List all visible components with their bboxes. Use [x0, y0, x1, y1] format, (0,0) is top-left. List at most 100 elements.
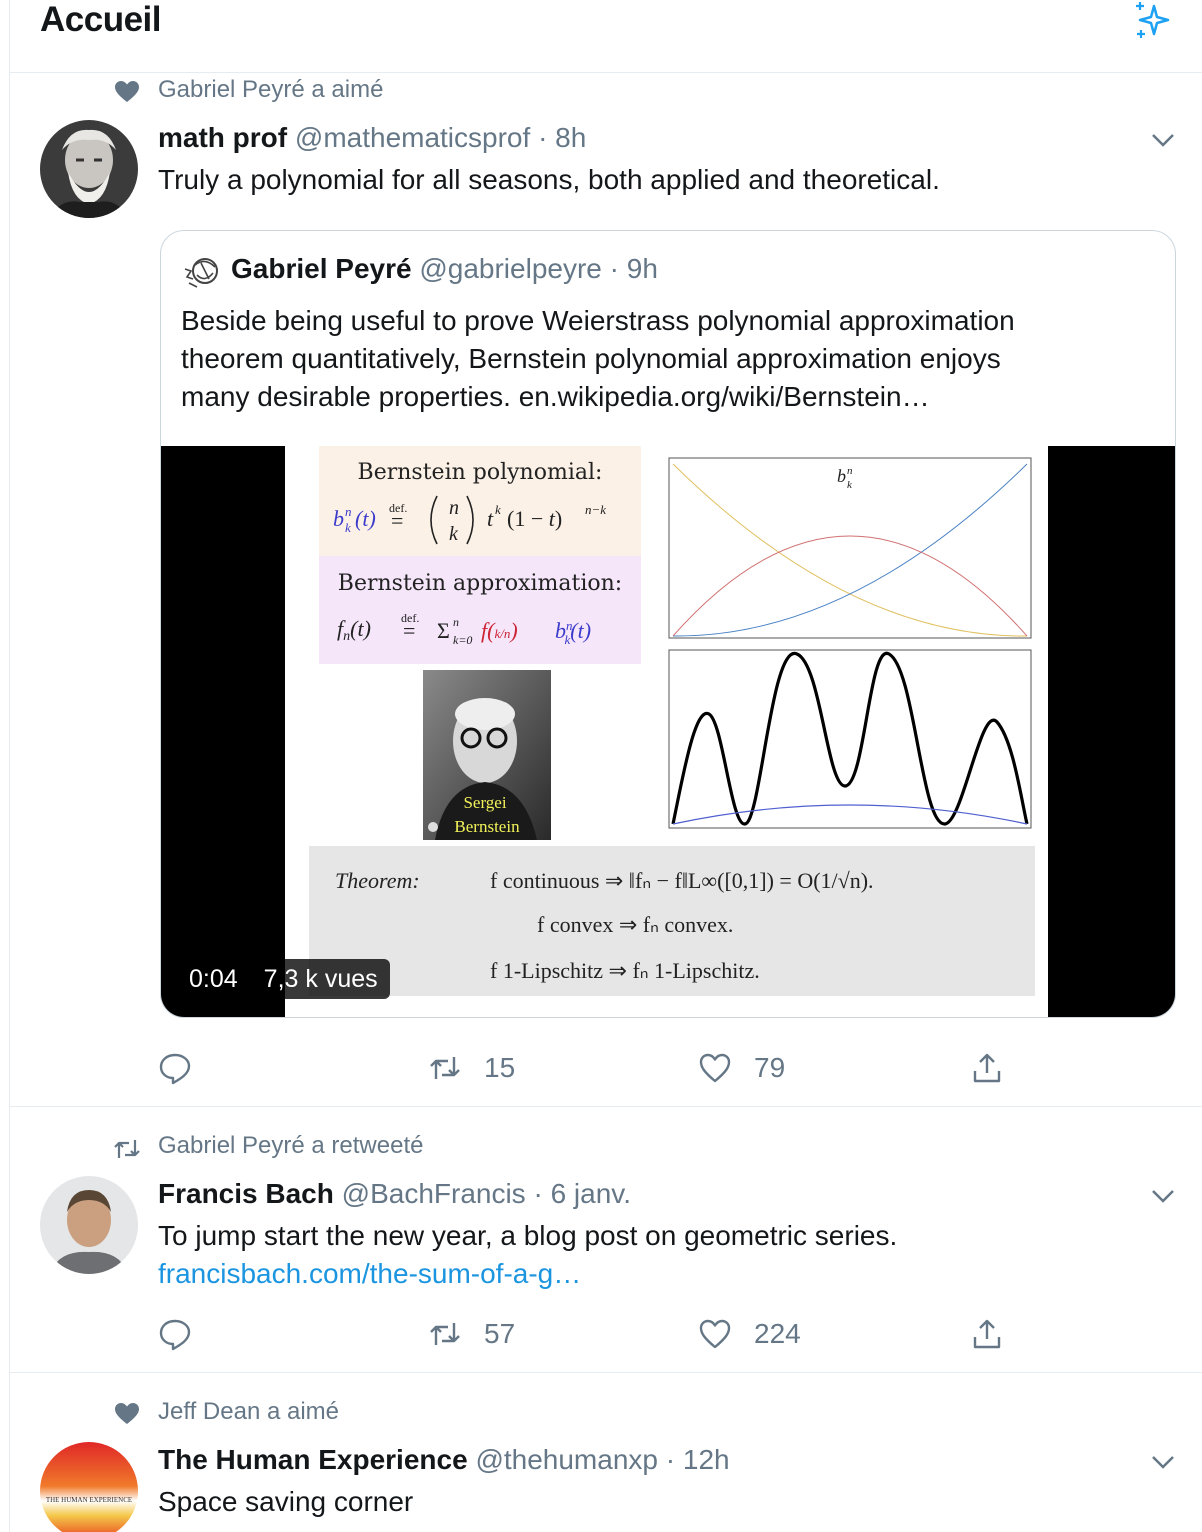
approx-title: Bernstein approximation:	[338, 571, 622, 596]
sparkle-icon[interactable]	[1124, 0, 1172, 44]
theorem-line: f 1-Lipschitz ⇒ fₙ 1-Lipschitz.	[490, 958, 760, 983]
share-icon	[973, 1319, 1001, 1349]
video-badge: 0:04 7,3 k vues	[177, 959, 390, 999]
svg-text:(1 − t): (1 − t)	[507, 506, 562, 531]
author-name[interactable]: Francis Bach	[158, 1178, 334, 1209]
svg-text:k: k	[495, 502, 501, 517]
svg-text:=: =	[391, 508, 403, 533]
svg-text:k: k	[449, 523, 459, 545]
avatar[interactable]: THE HUMAN EXPERIENCE	[40, 1442, 138, 1532]
svg-text:Σ: Σ	[437, 618, 450, 643]
share-button[interactable]	[970, 1314, 1004, 1354]
like-button[interactable]: 224	[698, 1314, 801, 1354]
svg-text:b: b	[333, 506, 344, 531]
author-handle[interactable]: @BachFrancis	[342, 1178, 526, 1209]
svg-text:t: t	[487, 506, 494, 531]
avatar	[184, 258, 218, 288]
timeline-column: Accueil Gabriel Peyré a aimé math prof @…	[9, 0, 1202, 1532]
like-count: 79	[754, 1052, 786, 1083]
retweet-icon	[114, 1140, 140, 1158]
photo-caption: Bernstein	[454, 817, 520, 836]
svg-text:k=0: k=0	[453, 633, 472, 647]
page-title: Accueil	[40, 0, 162, 39]
tweet[interactable]: Gabriel Peyré a retweeté Francis Bach @B…	[10, 1108, 1202, 1373]
social-context[interactable]: Gabriel Peyré a retweeté	[158, 1132, 423, 1160]
heart-icon	[699, 1053, 731, 1083]
social-context[interactable]: Gabriel Peyré a aimé	[158, 76, 383, 104]
heart-filled-icon	[115, 1403, 139, 1424]
reply-button[interactable]	[158, 1048, 214, 1088]
tweet[interactable]: Jeff Dean a aimé THE HUMAN EXPERIENCE Th…	[10, 1374, 1202, 1532]
tweet[interactable]: Gabriel Peyré a aimé math prof @mathemat…	[10, 74, 1202, 1107]
theorem-label: Theorem:	[335, 868, 420, 893]
svg-text:k: k	[345, 520, 351, 535]
photo-caption: Sergei	[463, 793, 506, 812]
video-frame: Bernstein polynomial: b n k (t) def. = n…	[285, 446, 1048, 1017]
retweet-icon	[430, 1323, 460, 1345]
tweet-text: Space saving corner	[158, 1486, 414, 1517]
chevron-down-icon[interactable]	[1150, 1188, 1176, 1204]
tweet-actions: 57 224	[158, 1314, 1058, 1354]
tweet-link[interactable]: francisbach.com/the-sum-of-a-g…	[158, 1258, 581, 1290]
timeline-header: Accueil	[10, 0, 1202, 73]
avatar[interactable]	[40, 1176, 138, 1274]
quoted-tweet-time: · 9h	[609, 253, 658, 284]
tweet-time[interactable]: · 12h	[666, 1444, 730, 1475]
tweet-header: math prof @mathematicsprof · 8h	[158, 122, 586, 154]
svg-text:n: n	[449, 497, 459, 519]
retweet-count: 15	[484, 1052, 516, 1083]
reply-button[interactable]	[158, 1314, 214, 1354]
tweet-header: The Human Experience @thehumanxp · 12h	[158, 1444, 730, 1476]
slide-graphic: Bernstein polynomial: b n k (t) def. = n…	[309, 446, 1035, 996]
retweet-button[interactable]: 15	[428, 1048, 515, 1088]
avatar-wordmark: THE HUMAN EXPERIENCE	[46, 1496, 132, 1504]
svg-text:bnk(t): bn k(t)	[555, 618, 591, 647]
tweet-text: Truly a polynomial for all seasons, both…	[158, 164, 940, 195]
author-handle[interactable]: @thehumanxp	[475, 1444, 658, 1475]
social-context[interactable]: Jeff Dean a aimé	[158, 1398, 339, 1426]
quoted-author-name: Gabriel Peyré	[231, 253, 412, 284]
poly-title: Bernstein polynomial:	[358, 460, 603, 485]
quoted-text-line: many desirable properties. en.wikipedia.…	[181, 381, 930, 412]
svg-text:=: =	[403, 618, 415, 643]
svg-text:n: n	[847, 465, 853, 477]
svg-text:n: n	[345, 504, 352, 519]
video-views: 7,3 k vues	[263, 964, 378, 993]
like-button[interactable]: 79	[698, 1048, 785, 1088]
author-handle[interactable]: @mathematicsprof	[295, 122, 530, 153]
reply-icon	[159, 1053, 191, 1085]
tweet-text: To jump start the new year, a blog post …	[158, 1220, 898, 1251]
author-name[interactable]: math prof	[158, 122, 287, 153]
svg-text:fn(t): fn(t)	[337, 616, 371, 644]
quoted-author-handle: @gabrielpeyre	[419, 253, 602, 284]
svg-text:n: n	[453, 615, 459, 629]
tweet-time[interactable]: · 6 janv.	[533, 1178, 631, 1209]
chevron-down-icon[interactable]	[1150, 1454, 1176, 1470]
svg-text:n−k: n−k	[585, 502, 606, 517]
author-name[interactable]: The Human Experience	[158, 1444, 468, 1475]
retweet-button[interactable]: 57	[428, 1314, 515, 1354]
chevron-down-icon[interactable]	[1150, 132, 1176, 148]
video-player[interactable]: Bernstein polynomial: b n k (t) def. = n…	[161, 446, 1175, 1017]
quoted-tweet[interactable]: Gabriel Peyré @gabrielpeyre · 9h Beside …	[160, 230, 1176, 1018]
like-count: 224	[754, 1318, 801, 1349]
share-icon	[973, 1053, 1001, 1083]
tweet-time[interactable]: · 8h	[538, 122, 586, 153]
quoted-tweet-header: Gabriel Peyré @gabrielpeyre · 9h	[231, 253, 658, 285]
quoted-text-line: Beside being useful to prove Weierstrass…	[181, 305, 1015, 336]
svg-text:(t): (t)	[355, 506, 376, 531]
heart-icon	[699, 1319, 731, 1349]
tweet-actions: 15 79	[158, 1048, 1058, 1088]
theorem-line: f continuous ⇒ ‖fₙ − f‖L∞([0,1]) = O(1/√…	[490, 868, 874, 893]
theorem-line: f convex ⇒ fₙ convex.	[537, 912, 733, 937]
retweet-count: 57	[484, 1318, 516, 1349]
quoted-text-line: theorem quantitatively, Bernstein polyno…	[181, 343, 1001, 374]
share-button[interactable]	[970, 1048, 1004, 1088]
tweet-header: Francis Bach @BachFrancis · 6 janv.	[158, 1178, 631, 1210]
heart-filled-icon	[115, 81, 139, 102]
avatar[interactable]	[40, 120, 138, 218]
plot-label: b	[837, 466, 846, 486]
video-duration: 0:04	[189, 964, 238, 993]
reply-icon	[159, 1319, 191, 1351]
retweet-icon	[430, 1057, 460, 1079]
